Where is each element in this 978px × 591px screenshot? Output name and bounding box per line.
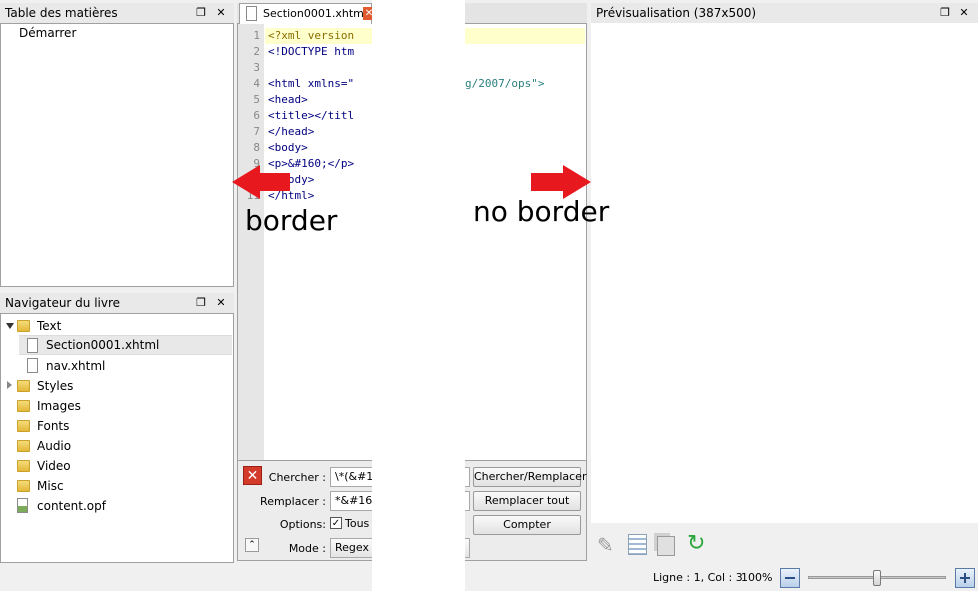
tree-item-styles[interactable]: Styles	[1, 376, 231, 396]
tab-section0001[interactable]: Section0001.xhtml ✕	[239, 3, 375, 24]
toc-item[interactable]: Démarrer	[19, 26, 76, 40]
tree-item-label: Section0001.xhtml	[46, 338, 160, 352]
code-line: </head>	[268, 125, 315, 138]
tree-item-label: Styles	[37, 379, 74, 393]
line-number: 1	[253, 29, 260, 42]
line-number: 4	[253, 77, 260, 90]
code-line: <!DOCTYPE htm	[268, 45, 355, 58]
toc-title: Table des matières	[5, 6, 118, 20]
count-button[interactable]: Compter	[473, 515, 581, 535]
folder-icon	[17, 400, 30, 412]
tree-item-label: Misc	[37, 479, 64, 493]
expanded-arrow-icon[interactable]	[6, 323, 14, 329]
preview-toolbar: ✎ ↻	[591, 530, 978, 560]
inspect-icon[interactable]: ✎	[597, 534, 614, 556]
cursor-position: Ligne : 1, Col : 3	[653, 571, 743, 584]
folder-icon	[17, 420, 30, 432]
zoom-out-button[interactable]	[780, 568, 800, 588]
code-line: <body>	[268, 141, 308, 154]
line-number: 2	[253, 45, 260, 58]
copy-icon[interactable]	[657, 536, 675, 556]
code-line: <?xml version	[268, 29, 355, 42]
folder-icon	[17, 380, 30, 392]
line-number: 6	[253, 109, 260, 122]
file-icon	[27, 338, 38, 353]
zoom-in-button[interactable]	[955, 568, 975, 588]
tree-item-section0001[interactable]: Section0001.xhtml	[19, 335, 232, 355]
options-label: Options:	[279, 518, 326, 531]
file-icon	[246, 6, 257, 21]
find-label: Chercher :	[268, 471, 326, 484]
select-all-icon[interactable]	[628, 534, 647, 555]
tree-item-label: content.opf	[37, 499, 106, 513]
close-icon[interactable]: ✕	[214, 293, 228, 313]
file-icon	[27, 358, 38, 373]
opf-file-icon	[17, 498, 28, 513]
tree-item-audio[interactable]: Audio	[1, 436, 231, 456]
tree-item-label: Audio	[37, 439, 72, 453]
find-replace-button[interactable]: Chercher/Remplacer	[473, 467, 586, 487]
close-icon[interactable]: ✕	[214, 3, 228, 23]
book-browser-title-bar: Navigateur du livre ❐ ✕	[0, 293, 234, 313]
folder-icon	[17, 440, 30, 452]
collapsed-arrow-icon[interactable]	[7, 381, 12, 389]
tree-item-label: Fonts	[37, 419, 70, 433]
tree-item-fonts[interactable]: Fonts	[1, 416, 231, 436]
preview-title: Prévisualisation (387x500)	[596, 6, 757, 20]
tree-item-nav[interactable]: nav.xhtml	[1, 356, 231, 376]
zoom-level: 100%	[741, 571, 773, 584]
toc-title-bar: Table des matières ❐ ✕	[0, 3, 234, 23]
zoom-slider[interactable]	[808, 570, 946, 586]
overlay-white-strip	[372, 0, 465, 591]
code-line: <title></titl	[268, 109, 355, 122]
float-icon[interactable]: ❐	[938, 3, 952, 23]
tree-item-misc[interactable]: Misc	[1, 476, 231, 496]
float-icon[interactable]: ❐	[194, 3, 208, 23]
close-icon[interactable]: ✕	[957, 3, 971, 23]
preview-title-bar: Prévisualisation (387x500) ❐ ✕	[591, 3, 978, 23]
tree-item-text[interactable]: Text	[1, 316, 231, 336]
code-line: <html xmlns="	[268, 77, 355, 90]
preview-area	[591, 23, 978, 523]
options-value: Tous	[345, 517, 370, 530]
tree-item-content-opf[interactable]: content.opf	[1, 496, 231, 516]
tree-item-images[interactable]: Images	[1, 396, 231, 416]
zoom-slider-thumb[interactable]	[873, 570, 881, 586]
right-arrow-shape	[531, 165, 591, 199]
toc-panel: Démarrer	[0, 23, 234, 287]
line-number: 5	[253, 93, 260, 106]
tree-item-label: Images	[37, 399, 81, 413]
float-icon[interactable]: ❐	[194, 293, 208, 313]
plus-icon-vertical	[964, 573, 966, 583]
options-checkbox[interactable]: ✓	[330, 517, 342, 529]
book-browser-title: Navigateur du livre	[5, 296, 121, 310]
tab-label: Section0001.xhtml	[263, 7, 367, 20]
code-line: <head>	[268, 93, 308, 106]
tree-item-label: Video	[37, 459, 71, 473]
tree-item-video[interactable]: Video	[1, 456, 231, 476]
overlay-highlight-tail	[465, 28, 583, 44]
left-arrow-annotation	[232, 165, 290, 199]
left-arrow-shape	[232, 165, 290, 199]
folder-icon	[17, 320, 30, 332]
refresh-icon[interactable]: ↻	[687, 532, 705, 556]
tree-item-label: Text	[37, 319, 62, 333]
folder-icon	[17, 480, 30, 492]
annotation-no-border: no border	[473, 195, 610, 228]
status-bar: Ligne : 1, Col : 3 100%	[0, 563, 978, 591]
replace-label: Remplacer :	[260, 495, 326, 508]
tree-item-label: nav.xhtml	[46, 359, 106, 373]
book-browser-panel: Text Section0001.xhtml nav.xhtml Styles …	[0, 313, 234, 563]
line-number: 7	[253, 125, 260, 138]
mode-label: Mode :	[288, 542, 326, 555]
line-number: 3	[253, 61, 260, 74]
right-arrow-annotation	[531, 165, 591, 199]
replace-all-button[interactable]: Remplacer tout	[473, 491, 581, 511]
minus-icon	[785, 577, 795, 579]
folder-icon	[17, 460, 30, 472]
annotation-border: border	[245, 204, 338, 237]
code-line-tail: g/2007/ops">	[465, 77, 545, 90]
line-number: 8	[253, 141, 260, 154]
